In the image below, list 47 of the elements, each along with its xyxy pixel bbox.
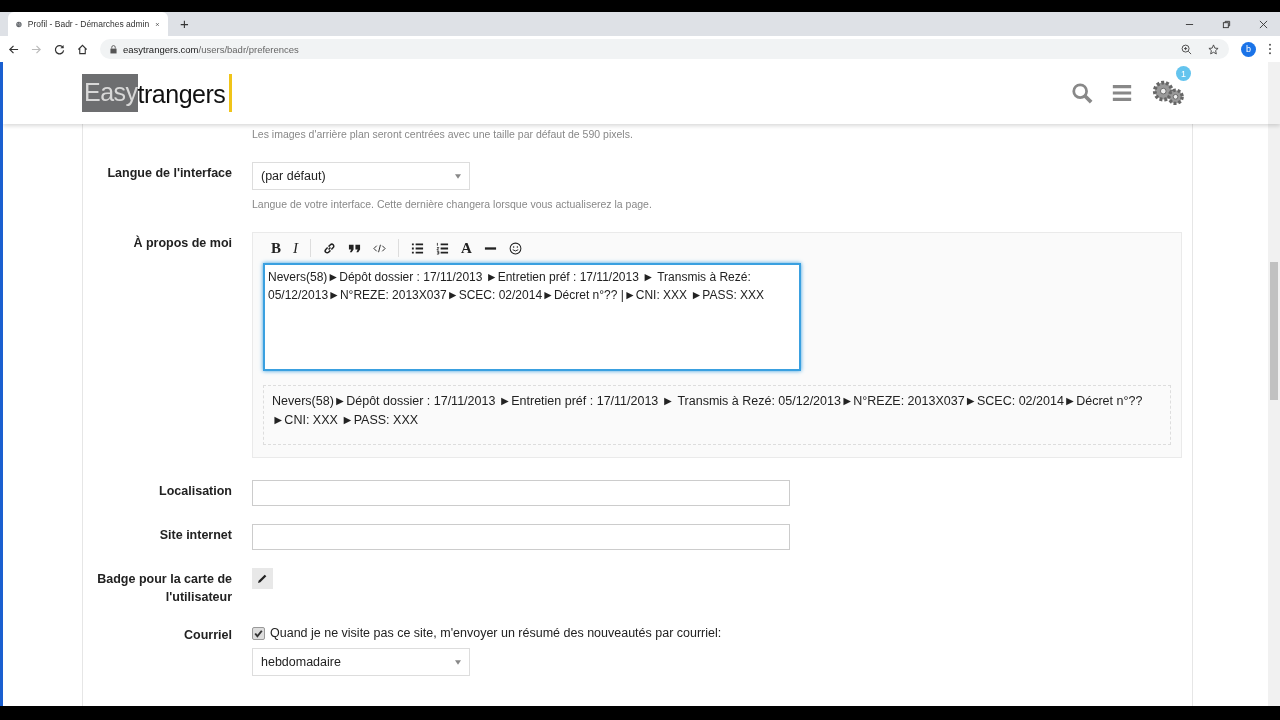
checkbox[interactable] (252, 626, 265, 640)
zoom-icon[interactable] (1181, 43, 1192, 55)
new-tab-button[interactable]: + (180, 15, 189, 32)
url-text: easytrangers.com/users/badr/preferences (123, 43, 299, 55)
field-label: Langue de l'interface (106, 165, 232, 182)
field-label: Courriel (183, 627, 232, 644)
gears-icon[interactable] (1151, 78, 1185, 108)
menu-icon[interactable] (1268, 43, 1272, 55)
location-field[interactable] (252, 480, 790, 506)
browser-tab[interactable]: Profil - Badr - Démarches admin (8, 12, 168, 36)
bulleted-list-icon[interactable] (411, 241, 424, 255)
notification-badge: 1 (1176, 66, 1191, 81)
smiley-icon[interactable] (508, 241, 522, 255)
reload-icon[interactable] (54, 43, 65, 55)
back-icon[interactable] (8, 43, 19, 55)
caret-icon (455, 173, 461, 179)
link-icon[interactable] (323, 241, 336, 255)
restore-icon[interactable] (1222, 20, 1231, 29)
star-icon[interactable] (1208, 43, 1219, 55)
pencil-icon (257, 573, 268, 584)
field-label: Localisation (158, 483, 232, 500)
field-label: Site internet (158, 527, 232, 544)
about-text-area[interactable]: Nevers(58)►Dépôt dossier : 17/11/2013 ►Entretien préf : 17/11/2013 ► Transmis à Rezé: 05/12/2013►N°REZE: 2013X037►SCEC: 02/2014►Décret n°?? |►CNI: XXX ►PASS: XXX (263, 263, 801, 371)
website-field[interactable] (252, 524, 790, 550)
close-icon[interactable] (1259, 20, 1268, 29)
field-label: Badge pour la carte de l'utilisateur (96, 571, 232, 606)
home-icon[interactable] (77, 43, 88, 55)
hint-text: Langue de votre interface. Cette dernière changera lorsque vous actualiserez la page. (252, 198, 653, 210)
profile-avatar[interactable]: b (1241, 41, 1256, 57)
language-select[interactable]: (par défaut) (252, 162, 470, 190)
menu-icon[interactable] (1111, 82, 1133, 104)
frequency-select[interactable]: hebdomadaire (252, 648, 470, 676)
checkbox-label: Quand je ne visite pas ce site, m'envoyer un résumé des nouveautés par courriel: (270, 626, 722, 640)
field-label: À propos de moi (132, 234, 232, 252)
edit-button[interactable] (252, 568, 273, 589)
font-button[interactable]: A (461, 239, 472, 257)
hint-text: Les images d'arrière plan seront centrées avec une taille par défaut de 590 pixels. (252, 128, 634, 140)
numbered-list-icon[interactable] (436, 241, 449, 255)
scrollbar-thumb[interactable] (1270, 262, 1278, 400)
address-bar[interactable]: easytrangers.com/users/badr/preferences (100, 39, 1229, 59)
caret-icon (455, 659, 461, 665)
bold-button[interactable]: B (271, 239, 281, 257)
search-icon[interactable] (1071, 82, 1093, 104)
italic-button[interactable]: I (293, 239, 298, 257)
lock-icon (110, 44, 117, 54)
preview-text: Nevers(58)►Dépôt dossier : 17/11/2013 ►Entretien préf : 17/11/2013 ► Transmis à Rezé: 05/12/2013►N°REZE: 2013X037►SCEC: 02/2014►Décret n°?? ►CNI: XXX ►PASS: XXX (263, 385, 1171, 445)
tab-title: Profil - Badr - Démarches admin (27, 19, 150, 29)
